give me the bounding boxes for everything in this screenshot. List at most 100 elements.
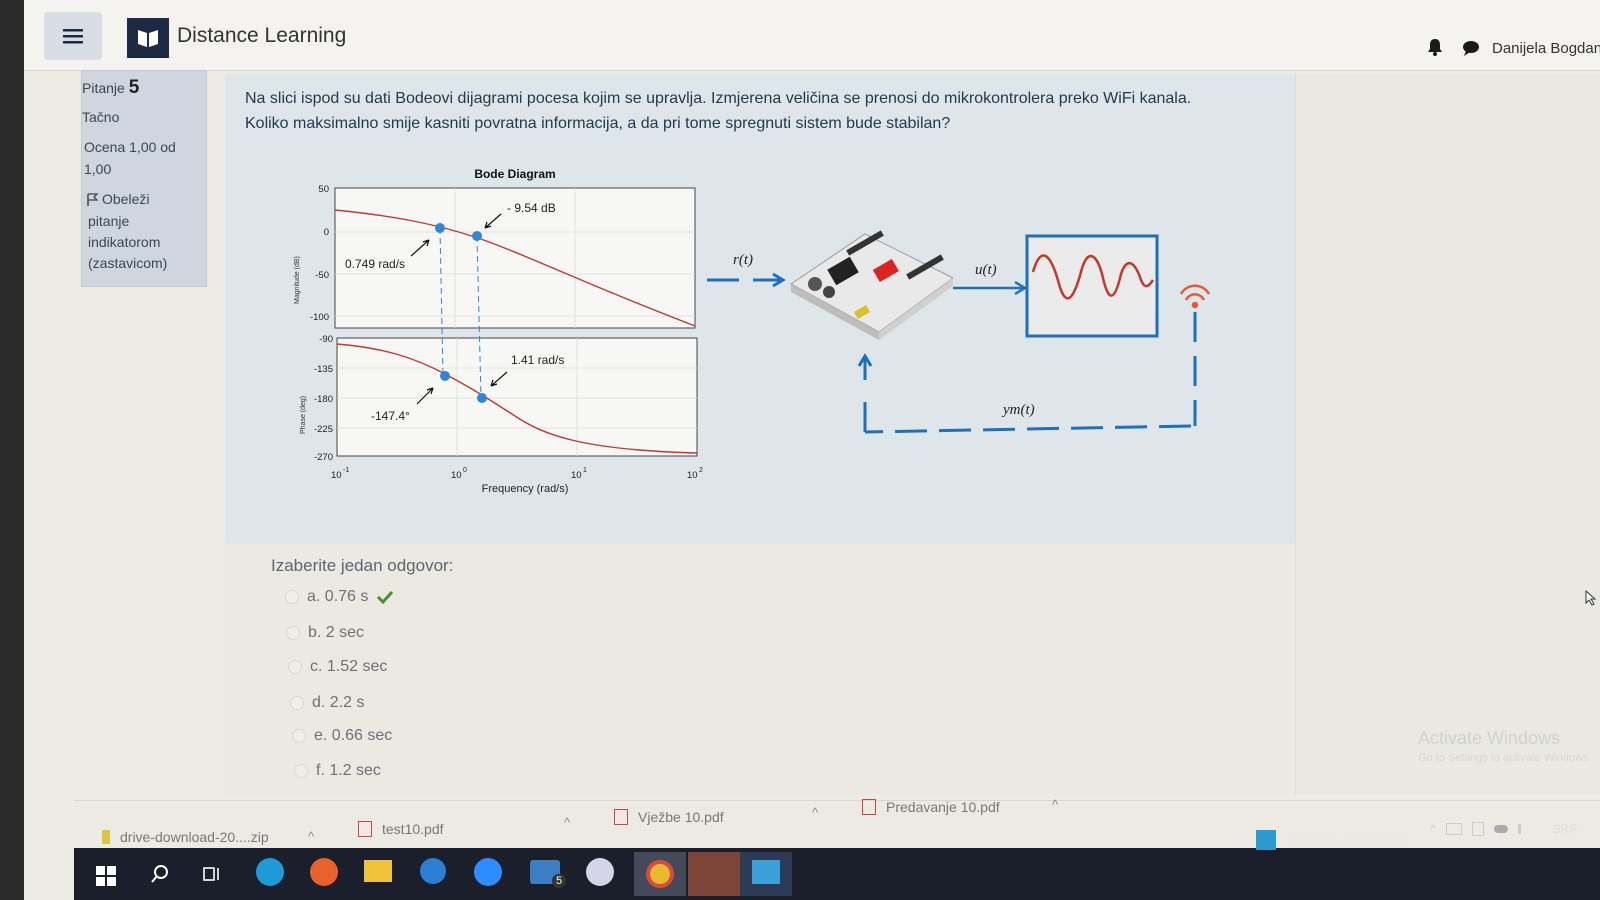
radio-a[interactable] [285, 590, 299, 604]
question-label: Pitanje [82, 80, 125, 96]
x-tick-2-exp: 1 [583, 467, 587, 474]
x-tick-1: 10 0 [451, 467, 467, 481]
question-figure: Bode Diagram 50 0 -50 -100 Magnitude (dB… [294, 167, 1211, 495]
download-item-zip[interactable]: drive-download-20....zip [102, 829, 269, 845]
checkmark-icon [377, 590, 394, 604]
zip-file-icon [102, 830, 110, 844]
phase-tick-minus135: -135 [314, 364, 333, 375]
question-text-area: Na slici ispod su dati Bodeovi dijagrami… [225, 74, 1295, 544]
network-icon[interactable] [1445, 823, 1462, 835]
answer-option-b[interactable]: b. 2 sec [286, 624, 364, 642]
site-logo[interactable] [127, 18, 169, 58]
phase-point-0749 [440, 371, 450, 381]
chat-bubble-icon[interactable] [1462, 40, 1480, 56]
news-widget[interactable]: Earnings upcoming [1256, 830, 1406, 850]
flag-icon [87, 192, 98, 206]
x-tick-3-base: 10 [687, 470, 698, 481]
mag-point-141 [472, 231, 482, 241]
activate-windows-subtext: Go to Settings to activate Windows. [1418, 752, 1592, 764]
x-tick-1-exp: 0 [463, 467, 467, 474]
radio-c[interactable] [288, 660, 302, 674]
site-title[interactable]: Distance Learning [177, 24, 346, 48]
radio-f[interactable] [294, 764, 308, 778]
language-indicator[interactable]: SRP [1553, 822, 1578, 836]
user-name[interactable]: Danijela Bogdan [1492, 40, 1600, 57]
microcontroller-board [790, 230, 954, 340]
chevron-up-icon[interactable]: ^ [564, 815, 570, 830]
onedrive-icon[interactable] [1493, 825, 1508, 833]
download-item-test10[interactable]: test10.pdf [358, 821, 444, 837]
system-tray: ^ SRP [1430, 822, 1577, 836]
bell-icon[interactable] [1427, 38, 1443, 56]
magnitude-axis-label: Magnitude (dB) [294, 256, 301, 304]
activate-windows-watermark: Activate Windows [1418, 728, 1561, 748]
radio-e[interactable] [292, 729, 306, 743]
flag-line-2: pitanje [88, 213, 130, 229]
answer-prompt: Izaberite jedan odgovor: [271, 556, 454, 575]
feedback-line-bottom [864, 424, 1192, 434]
annot-phase-freq: 1.41 rad/s [511, 353, 564, 367]
viber-icon[interactable] [586, 858, 614, 886]
hamburger-menu-button[interactable] [44, 12, 102, 60]
pdf-file-icon [358, 821, 372, 837]
volume-icon[interactable] [1517, 824, 1531, 834]
answer-label-e: e. 0.66 sec [314, 727, 393, 744]
answer-option-d[interactable]: d. 2.2 s [290, 694, 364, 712]
chrome-icon[interactable] [634, 852, 686, 896]
file-explorer-icon[interactable] [364, 860, 392, 882]
chevron-up-icon[interactable]: ^ [812, 805, 818, 820]
question-info-panel: Pitanje 5 Tačno Ocena 1,00 od 1,00 Obele… [81, 70, 207, 287]
mag-tick-minus50: -50 [315, 270, 329, 281]
battery-icon[interactable] [1471, 822, 1484, 836]
answer-option-e[interactable]: e. 0.66 sec [292, 727, 392, 745]
annot-phase-deg: -147.4° [371, 409, 410, 423]
phase-axis-label: Phase (deg) [300, 396, 307, 434]
question-number: 5 [128, 77, 140, 98]
answer-option-c[interactable]: c. 1.52 sec [288, 658, 387, 676]
top-navbar: Distance Learning Danijela Bogdan [24, 0, 1600, 71]
answer-option-a[interactable]: a. 0.76 s [285, 588, 394, 606]
frequency-axis-label: Frequency (rad/s) [482, 483, 569, 495]
matlab-icon[interactable] [688, 852, 740, 896]
radio-b[interactable] [286, 626, 300, 640]
task-view-icon[interactable] [202, 864, 224, 884]
download-name-predavanje10: Predavanje 10.pdf [886, 799, 1000, 815]
answer-option-f[interactable]: f. 1.2 sec [294, 762, 381, 780]
x-tick-0-base: 10 [331, 470, 342, 481]
chevron-up-icon[interactable]: ^ [308, 829, 314, 844]
book-logo-icon [138, 30, 158, 47]
answer-label-c: c. 1.52 sec [310, 658, 388, 675]
right-blank-panel [1295, 74, 1600, 794]
download-name-zip: drive-download-20....zip [120, 829, 269, 845]
download-item-vjezbe10[interactable]: Vježbe 10.pdf [614, 809, 724, 825]
answer-label-f: f. 1.2 sec [316, 762, 381, 779]
x-tick-0: 10 -1 [331, 467, 349, 481]
windows-start-icon[interactable] [96, 866, 116, 886]
search-icon[interactable] [150, 864, 170, 884]
r-signal-arrow [753, 272, 786, 288]
photos-icon[interactable] [740, 852, 792, 896]
chevron-up-icon[interactable]: ^ [1052, 797, 1058, 812]
media-player-icon[interactable] [420, 858, 446, 884]
mouse-cursor-icon [1585, 590, 1597, 606]
x-tick-3-exp: 2 [699, 467, 703, 474]
hamburger-icon [63, 29, 83, 44]
mail-icon[interactable]: 5 [530, 860, 566, 888]
edge-browser-icon[interactable] [256, 858, 284, 886]
zoom-icon[interactable] [474, 858, 502, 886]
firefox-icon[interactable] [310, 858, 338, 886]
answer-label-d: d. 2.2 s [312, 694, 365, 711]
answer-label-b: b. 2 sec [308, 624, 365, 641]
u-label: u(t) [975, 262, 997, 278]
flag-line-4: (zastavicom) [88, 255, 168, 271]
news-text: Earnings upcoming [1286, 832, 1406, 848]
tray-chevron-icon[interactable]: ^ [1430, 822, 1436, 836]
radio-d[interactable] [290, 696, 304, 710]
u-signal-arrow [953, 280, 1028, 296]
x-tick-0-exp: -1 [343, 467, 349, 474]
x-tick-2-base: 10 [571, 470, 582, 481]
flag-question-link[interactable]: Obeleži [86, 189, 149, 210]
download-item-predavanje10[interactable]: Predavanje 10.pdf [862, 799, 1000, 815]
grade-line-1: Ocena 1,00 od [84, 139, 176, 155]
pdf-file-icon [862, 799, 876, 815]
